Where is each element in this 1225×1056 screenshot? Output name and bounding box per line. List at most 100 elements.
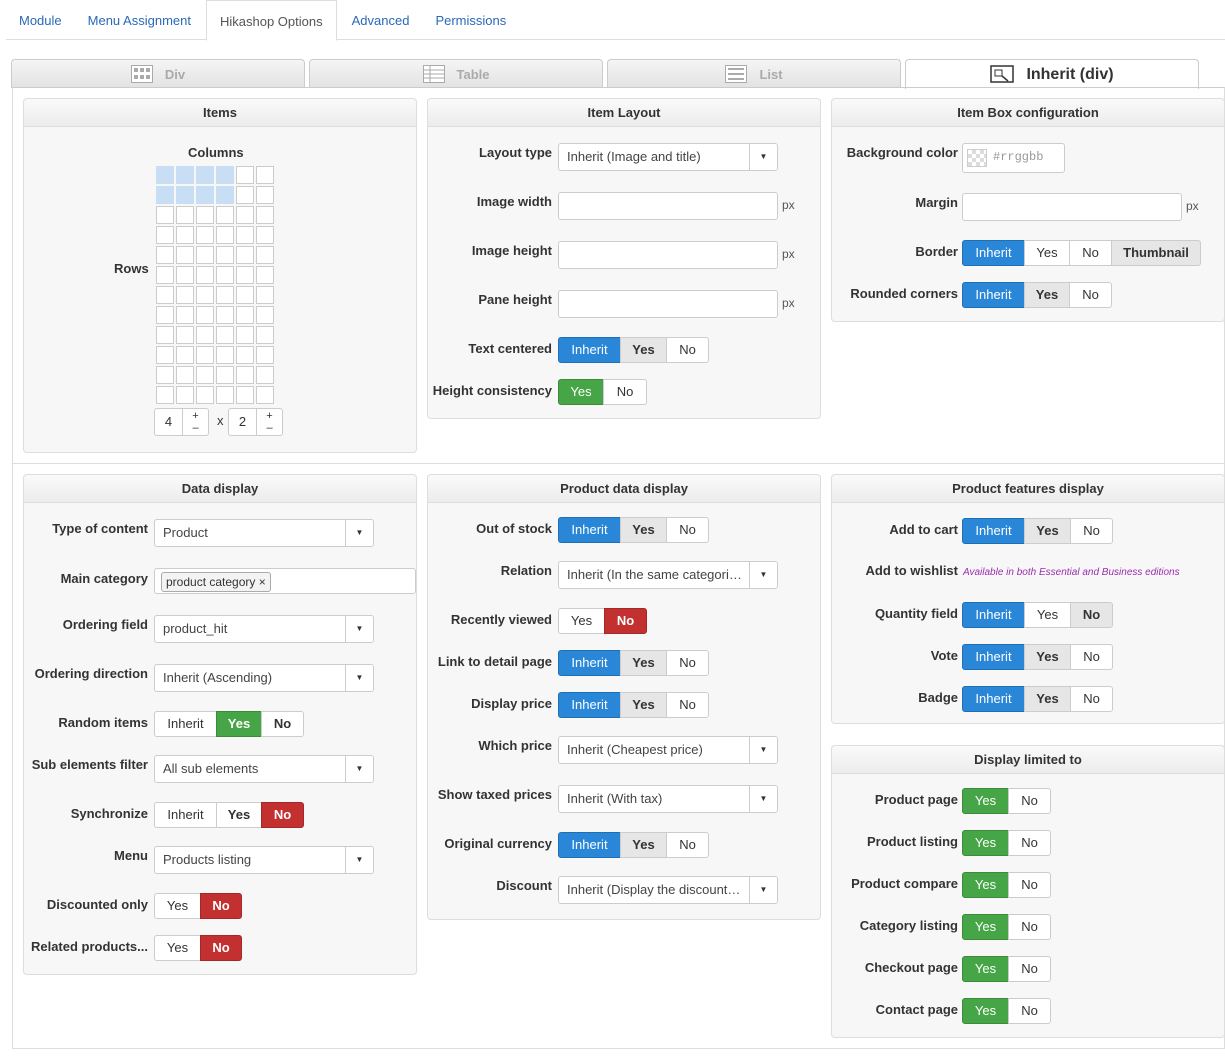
grid-cell[interactable]: [256, 326, 274, 344]
grid-cell[interactable]: [256, 366, 274, 384]
option-yes[interactable]: Yes: [962, 830, 1009, 856]
recently-viewed-toggle[interactable]: Yes No: [558, 608, 647, 634]
grid-cell[interactable]: [156, 346, 174, 364]
option-no[interactable]: No: [261, 711, 304, 737]
badge-toggle[interactable]: Inherit Yes No: [962, 686, 1113, 712]
option-yes[interactable]: Yes: [1024, 644, 1071, 670]
grid-cell[interactable]: [176, 346, 194, 364]
grid-cell[interactable]: [216, 186, 234, 204]
minus-icon[interactable]: –: [257, 422, 282, 434]
grid-cell[interactable]: [196, 186, 214, 204]
rounded-corners-toggle[interactable]: Inherit Yes No: [962, 282, 1112, 308]
related-products-toggle[interactable]: Yes No: [154, 935, 242, 961]
grid-cell[interactable]: [236, 266, 254, 284]
grid-cell[interactable]: [216, 166, 234, 184]
option-inherit[interactable]: Inherit: [962, 518, 1025, 544]
grid-cell[interactable]: [196, 166, 214, 184]
option-yes[interactable]: Yes: [620, 517, 667, 543]
border-toggle[interactable]: Inherit Yes No Thumbnail: [962, 240, 1201, 266]
view-tab-div[interactable]: Div: [11, 59, 305, 88]
limit-product-listing-toggle[interactable]: Yes No: [962, 830, 1051, 856]
option-no[interactable]: No: [1070, 602, 1113, 628]
limit-checkout-page-toggle[interactable]: Yes No: [962, 956, 1051, 982]
sub-elements-filter-select[interactable]: All sub elements ▼: [154, 755, 374, 783]
grid-cell[interactable]: [216, 346, 234, 364]
option-yes[interactable]: Yes: [620, 692, 667, 718]
option-no[interactable]: No: [1070, 686, 1113, 712]
option-yes[interactable]: Yes: [962, 914, 1009, 940]
grid-cell[interactable]: [156, 386, 174, 404]
grid-cell[interactable]: [216, 226, 234, 244]
option-no[interactable]: No: [1069, 240, 1112, 266]
grid-cell[interactable]: [156, 266, 174, 284]
grid-cell[interactable]: [256, 166, 274, 184]
grid-cell[interactable]: [196, 386, 214, 404]
grid-cell[interactable]: [256, 306, 274, 324]
option-no[interactable]: No: [1008, 956, 1051, 982]
option-no[interactable]: No: [1008, 872, 1051, 898]
grid-cell[interactable]: [236, 306, 254, 324]
option-inherit[interactable]: Inherit: [558, 337, 621, 363]
option-yes[interactable]: Yes: [1024, 240, 1070, 266]
grid-cell[interactable]: [176, 186, 194, 204]
grid-cell[interactable]: [216, 246, 234, 264]
image-width-input[interactable]: [558, 192, 778, 220]
option-no[interactable]: No: [666, 337, 709, 363]
option-inherit[interactable]: Inherit: [962, 686, 1025, 712]
close-icon[interactable]: ×: [259, 575, 266, 589]
tab-hikashop-options[interactable]: Hikashop Options: [205, 0, 337, 41]
grid-cell[interactable]: [236, 346, 254, 364]
grid-cell[interactable]: [156, 286, 174, 304]
layout-grid[interactable]: [155, 165, 275, 405]
grid-cell[interactable]: [216, 286, 234, 304]
image-height-input[interactable]: [558, 241, 778, 269]
grid-cell[interactable]: [236, 386, 254, 404]
columns-stepper[interactable]: 4 + –: [154, 408, 209, 436]
option-yes[interactable]: Yes: [1024, 518, 1071, 544]
grid-cell[interactable]: [256, 346, 274, 364]
add-to-cart-toggle[interactable]: Inherit Yes No: [962, 518, 1113, 544]
option-yes[interactable]: Yes: [558, 608, 605, 634]
grid-cell[interactable]: [236, 226, 254, 244]
grid-cell[interactable]: [156, 226, 174, 244]
option-inherit[interactable]: Inherit: [154, 711, 217, 737]
type-of-content-select[interactable]: Product ▼: [154, 519, 374, 547]
grid-cell[interactable]: [176, 306, 194, 324]
columns-plus-minus[interactable]: + –: [182, 409, 208, 435]
discount-select[interactable]: Inherit (Display the discount amount) ▼: [558, 876, 778, 904]
option-yes[interactable]: Yes: [1024, 282, 1070, 308]
grid-cell[interactable]: [176, 266, 194, 284]
link-detail-toggle[interactable]: Inherit Yes No: [558, 650, 709, 676]
grid-cell[interactable]: [256, 266, 274, 284]
option-no[interactable]: No: [666, 832, 709, 858]
grid-cell[interactable]: [156, 306, 174, 324]
grid-cell[interactable]: [236, 186, 254, 204]
grid-cell[interactable]: [156, 326, 174, 344]
bg-color-picker[interactable]: #rrggbb: [962, 143, 1065, 173]
menu-select[interactable]: Products listing ▼: [154, 846, 374, 874]
option-inherit[interactable]: Inherit: [154, 802, 217, 828]
grid-cell[interactable]: [196, 346, 214, 364]
grid-cell[interactable]: [216, 206, 234, 224]
layout-type-select[interactable]: Inherit (Image and title) ▼: [558, 143, 778, 171]
view-tab-list[interactable]: List: [607, 59, 901, 88]
tab-module[interactable]: Module: [6, 0, 75, 40]
option-inherit[interactable]: Inherit: [962, 644, 1025, 670]
grid-cell[interactable]: [156, 246, 174, 264]
grid-cell[interactable]: [196, 206, 214, 224]
grid-cell[interactable]: [256, 386, 274, 404]
discounted-only-toggle[interactable]: Yes No: [154, 893, 242, 919]
option-yes[interactable]: Yes: [216, 711, 262, 737]
option-inherit[interactable]: Inherit: [558, 517, 621, 543]
option-inherit[interactable]: Inherit: [558, 692, 621, 718]
grid-cell[interactable]: [236, 326, 254, 344]
grid-cell[interactable]: [256, 286, 274, 304]
option-no[interactable]: No: [1008, 830, 1051, 856]
grid-cell[interactable]: [236, 246, 254, 264]
option-no[interactable]: No: [666, 692, 709, 718]
grid-cell[interactable]: [196, 366, 214, 384]
tab-advanced[interactable]: Advanced: [339, 0, 423, 40]
option-no[interactable]: No: [261, 802, 304, 828]
tab-permissions[interactable]: Permissions: [422, 0, 519, 40]
plus-icon[interactable]: +: [183, 410, 208, 422]
